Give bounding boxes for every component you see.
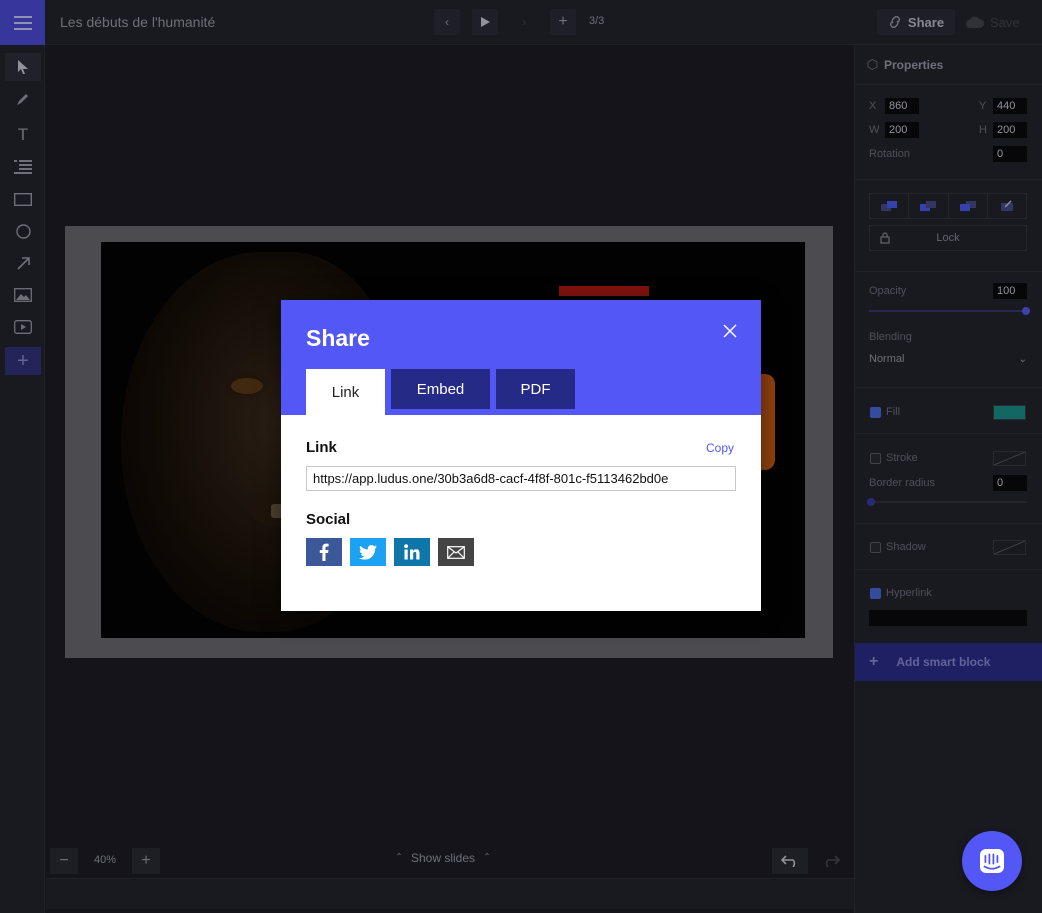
facebook-icon <box>319 543 329 561</box>
twitter-icon <box>359 544 377 560</box>
share-link-field[interactable]: https://app.ludus.one/30b3a6d8-cacf-4f8f… <box>306 466 736 491</box>
tab-embed[interactable]: Embed <box>391 369 490 409</box>
close-icon <box>723 324 737 338</box>
social-section-label: Social <box>306 511 351 528</box>
mail-icon <box>447 545 465 559</box>
chat-icon <box>980 849 1004 873</box>
share-dialog-header: Share Link Embed PDF <box>281 300 761 415</box>
copy-link-button[interactable]: Copy <box>706 441 734 455</box>
tab-pdf[interactable]: PDF <box>496 369 575 409</box>
share-dialog-title: Share <box>306 325 370 351</box>
tab-link[interactable]: Link <box>306 369 385 415</box>
share-dialog: Share Link Embed PDF Link Copy https://a… <box>281 300 761 611</box>
share-email-button[interactable] <box>438 538 474 566</box>
link-section-label: Link <box>306 439 337 456</box>
share-linkedin-button[interactable] <box>394 538 430 566</box>
chat-support-button[interactable] <box>962 831 1022 891</box>
share-facebook-button[interactable] <box>306 538 342 566</box>
linkedin-icon <box>404 544 420 560</box>
close-button[interactable] <box>721 322 739 340</box>
share-twitter-button[interactable] <box>350 538 386 566</box>
